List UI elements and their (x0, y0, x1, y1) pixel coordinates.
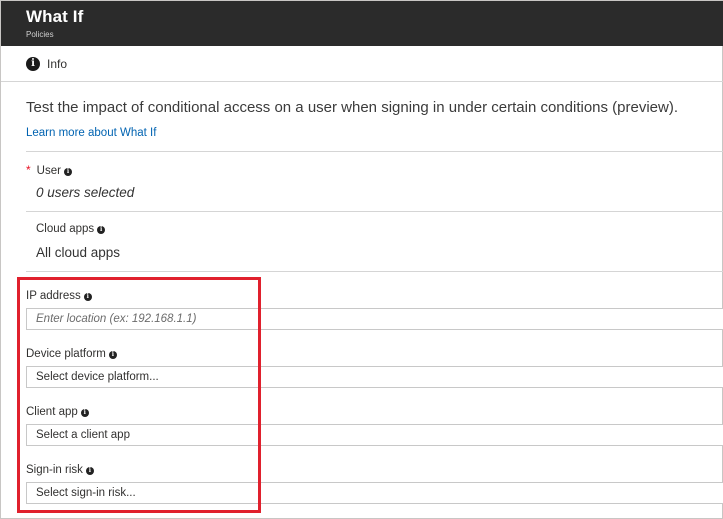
blade-header: What If Policies (1, 1, 723, 46)
client-app-dropdown[interactable]: Select a client app (26, 424, 723, 446)
device-platform-label-text: Device platform (26, 348, 106, 360)
client-app-label: Client app i (26, 406, 89, 418)
client-app-label-text: Client app (26, 406, 78, 418)
sign-in-risk-label-text: Sign-in risk (26, 464, 83, 476)
info-icon[interactable]: i (108, 351, 117, 359)
info-icon[interactable]: i (85, 467, 94, 475)
cloud-apps-label: Cloud apps i (36, 223, 106, 235)
cloud-apps-label-text: Cloud apps (36, 223, 95, 235)
learn-more-link[interactable]: Learn more about What If (26, 127, 156, 139)
page-description: Test the impact of conditional access on… (26, 99, 679, 116)
blade-subtitle: Policies (26, 30, 54, 39)
divider (26, 211, 723, 212)
command-bar: i Info (1, 46, 723, 82)
divider (26, 151, 723, 152)
info-button[interactable]: i Info (26, 56, 67, 72)
blade-title: What If (26, 7, 84, 26)
device-platform-dropdown[interactable]: Select device platform... (26, 366, 723, 388)
ip-address-input[interactable]: Enter location (ex: 192.168.1.1) (26, 308, 723, 330)
device-platform-label: Device platform i (26, 348, 117, 360)
sign-in-risk-label: Sign-in risk i (26, 464, 94, 476)
user-selector[interactable]: 0 users selected (36, 185, 134, 200)
required-marker: * (26, 163, 31, 177)
ip-address-label-text: IP address (26, 290, 81, 302)
divider (26, 271, 723, 272)
info-icon[interactable]: i (83, 293, 92, 301)
info-icon: i (26, 57, 40, 71)
user-label: * User i (26, 163, 72, 177)
info-icon[interactable]: i (63, 168, 72, 176)
cloud-apps-selector[interactable]: All cloud apps (36, 245, 120, 260)
info-button-label: Info (47, 57, 68, 71)
info-icon[interactable]: i (80, 409, 89, 417)
ip-address-label: IP address i (26, 290, 92, 302)
what-if-blade: What If Policies i Info Test the impact … (0, 0, 723, 519)
info-icon[interactable]: i (97, 226, 106, 234)
sign-in-risk-dropdown[interactable]: Select sign-in risk... (26, 482, 723, 504)
user-label-text: User (36, 165, 61, 177)
